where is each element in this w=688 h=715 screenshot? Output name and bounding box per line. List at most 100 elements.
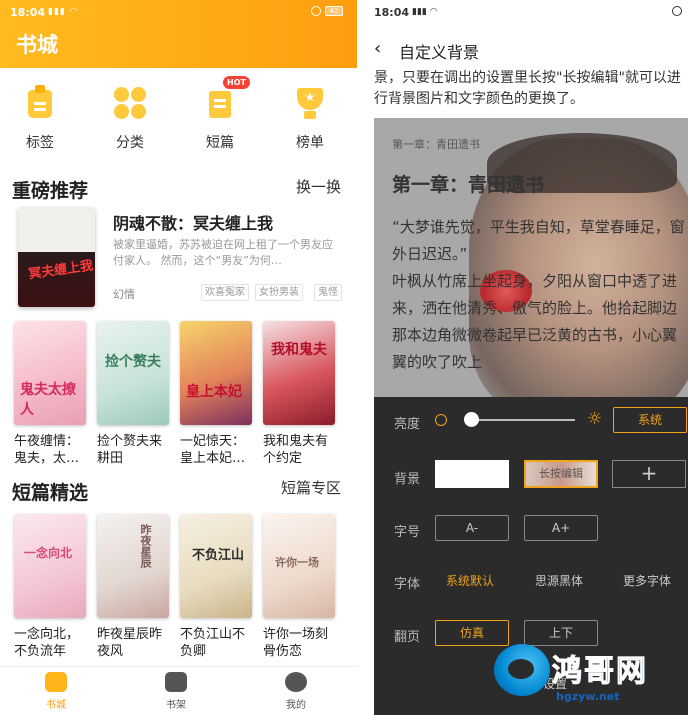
page-title: 书城 <box>16 33 58 57</box>
background-label: 背景 <box>394 472 421 487</box>
status-time: 18:04 <box>10 6 46 19</box>
status-bar: 18:04 ▮▮▮ ◠ 42 <box>0 0 357 22</box>
brightness-slider[interactable] <box>465 419 575 421</box>
category-row: 标签 分类 HOT 短篇 榜单 <box>0 76 357 158</box>
category-classify[interactable]: 分类 <box>100 84 160 152</box>
alarm-icon <box>672 6 682 16</box>
book-tag[interactable]: 欢喜冤家 <box>201 284 249 301</box>
category-icon <box>111 84 149 122</box>
brightness-low-icon <box>435 414 447 426</box>
section-title-recommend: 重磅推荐 <box>12 180 89 202</box>
category-ranking[interactable]: 榜单 <box>280 84 340 152</box>
tag-icon <box>21 84 59 122</box>
book-title: 昨夜星辰昨夜风 <box>97 627 163 659</box>
brightness-slider-knob[interactable] <box>463 412 479 427</box>
custom-background-screen: 18:04 ▮▮▮ ◠ ‹ 自定义背景 景，只要在调出的设置里长按"长按编辑"就… <box>364 0 688 715</box>
book-title: 一念向北，不负流年 <box>14 627 80 659</box>
book-cover: 昨夜星辰 <box>97 514 169 618</box>
book-item[interactable]: 不负江山 不负江山不负卿 <box>180 514 252 660</box>
cover-title: 冥夫缠上我 <box>27 258 95 283</box>
refresh-button[interactable]: 换一换 <box>296 176 341 197</box>
book-cover: 我和鬼夫 <box>263 321 335 425</box>
tab-label: 我的 <box>286 700 306 711</box>
font-option-siyuan[interactable]: 思源黑体 <box>535 572 583 589</box>
alarm-icon <box>311 6 321 16</box>
reader-header: 第一章：青田遗书 <box>392 138 480 151</box>
tab-bookstore[interactable]: 书城 <box>26 672 86 711</box>
book-cover: 冥夫缠上我 <box>18 207 95 307</box>
add-background-button[interactable]: + <box>612 460 686 488</box>
status-bar: 18:04 ▮▮▮ ◠ <box>364 0 688 22</box>
book-item[interactable]: 昨夜星辰 昨夜星辰昨夜风 <box>97 514 169 660</box>
brightness-high-icon: ☼ <box>587 409 603 429</box>
book-cover: 捡个赘夫 <box>97 321 169 425</box>
category-short[interactable]: HOT 短篇 <box>190 76 250 152</box>
book-title: 一妃惊天：皇上本妃… <box>180 434 246 466</box>
book-cover: 不负江山 <box>180 514 252 618</box>
font-label: 字体 <box>394 577 421 592</box>
book-item[interactable]: 一念向北 一念向北，不负流年 <box>14 514 86 660</box>
site-watermark: 鸿哥网 hgzyw.net <box>486 632 688 715</box>
intro-text: 景，只要在调出的设置里长按"长按编辑"就可以进行背景图片和文字颜色的更换了。 <box>374 70 681 107</box>
system-brightness-button[interactable]: 系统 <box>613 407 687 433</box>
tab-bookshelf[interactable]: 书架 <box>146 672 206 711</box>
watermark-text: 鸿哥网 <box>552 654 648 690</box>
watermark-logo-icon <box>494 644 550 696</box>
book-tag[interactable]: 鬼怪 <box>314 284 342 301</box>
font-option-default[interactable]: 系统默认 <box>446 572 494 589</box>
book-cover: 许你一场 <box>263 514 335 618</box>
font-size-label: 字号 <box>394 525 421 540</box>
book-item[interactable]: 许你一场 许你一场刻骨伤恋 <box>263 514 335 660</box>
book-item[interactable]: 皇上本妃 一妃惊天：皇上本妃… <box>180 321 252 467</box>
background-white-option[interactable] <box>435 460 509 488</box>
book-cover: 皇上本妃 <box>180 321 252 425</box>
ranking-icon <box>291 84 329 122</box>
background-row: 背景 长按编辑 + <box>374 460 688 492</box>
battery-icon: 42 <box>325 6 343 16</box>
signal-icon: ▮▮▮ ◠ <box>48 7 79 17</box>
font-increase-button[interactable]: A+ <box>524 515 598 541</box>
category-tag[interactable]: 标签 <box>10 84 70 152</box>
book-cover: 鬼夫太撩人 <box>14 321 86 425</box>
chapter-body: “大梦谁先觉，平生我自知，草堂春睡足，窗外日迟迟。” 叶枫从竹席上坐起身，夕阳从… <box>392 218 685 371</box>
tab-profile[interactable]: 我的 <box>266 672 326 711</box>
nav-bar: ‹ 自定义背景 <box>364 30 688 66</box>
book-tag[interactable]: 女扮男装 <box>255 284 303 301</box>
book-title: 午夜缠情：鬼夫，太… <box>14 434 80 466</box>
back-icon[interactable]: ‹ <box>374 38 381 59</box>
category-label: 标签 <box>26 135 54 151</box>
featured-book[interactable]: 冥夫缠上我 阴魂不散：冥夫缠上我 被家里逼婚，苏苏被迫在网上租了一个男友应付家人… <box>0 205 357 310</box>
book-item[interactable]: 我和鬼夫 我和鬼夫有个约定 <box>263 321 335 467</box>
page-title: 自定义背景 <box>399 43 480 62</box>
screenshot-root: 18:04 ▮▮▮ ◠ 42 书城 标签 分类 HOT 短篇 ★ 榜单 重磅推荐… <box>0 0 688 715</box>
bookstore-icon <box>45 672 67 692</box>
status-time: 18:04 <box>374 6 410 19</box>
font-size-row: 字号 A- A+ <box>374 513 688 545</box>
signal-icon: ▮▮▮ ◠ <box>412 7 438 17</box>
profile-icon <box>285 672 307 692</box>
book-genre: 幻情 <box>113 288 135 301</box>
font-decrease-button[interactable]: A- <box>435 515 509 541</box>
book-title: 我和鬼夫有个约定 <box>263 434 329 466</box>
page-turn-label: 翻页 <box>394 630 421 645</box>
book-item[interactable]: 捡个赘夫 捡个赘夫来耕田 <box>97 321 169 467</box>
book-title: 不负江山不负卿 <box>180 627 246 659</box>
bottom-tab-bar: 书城 书架 我的 <box>0 666 357 715</box>
book-title: 许你一场刻骨伤恋 <box>263 627 329 659</box>
font-row: 字体 系统默认 思源黑体 更多字体 <box>374 565 688 597</box>
brightness-row: 亮度 ☼ 系统 <box>374 405 688 437</box>
book-title: 捡个赘夫来耕田 <box>97 434 163 466</box>
more-fonts-button[interactable]: 更多字体 <box>623 572 671 589</box>
brightness-label: 亮度 <box>394 417 421 432</box>
bookstore-screen: 18:04 ▮▮▮ ◠ 42 书城 标签 分类 HOT 短篇 ★ 榜单 重磅推荐… <box>0 0 357 715</box>
book-description: 被家里逼婚，苏苏被迫在网上租了一个男友应付家人。 然而，这个“男友”为何… <box>113 238 333 267</box>
chapter-title: 第一章：青田遗书 <box>392 174 545 196</box>
short-story-icon: HOT <box>201 76 250 122</box>
book-item[interactable]: 鬼夫太撩人 午夜缠情：鬼夫，太… <box>14 321 86 467</box>
bookstore-header: 18:04 ▮▮▮ ◠ 42 书城 <box>0 0 357 68</box>
book-cover: 一念向北 <box>14 514 86 618</box>
category-label: 榜单 <box>296 135 324 151</box>
book-title: 阴魂不散：冥夫缠上我 <box>113 214 274 233</box>
background-image-option[interactable]: 长按编辑 <box>524 460 598 488</box>
short-zone-button[interactable]: 短篇专区 <box>281 477 341 498</box>
